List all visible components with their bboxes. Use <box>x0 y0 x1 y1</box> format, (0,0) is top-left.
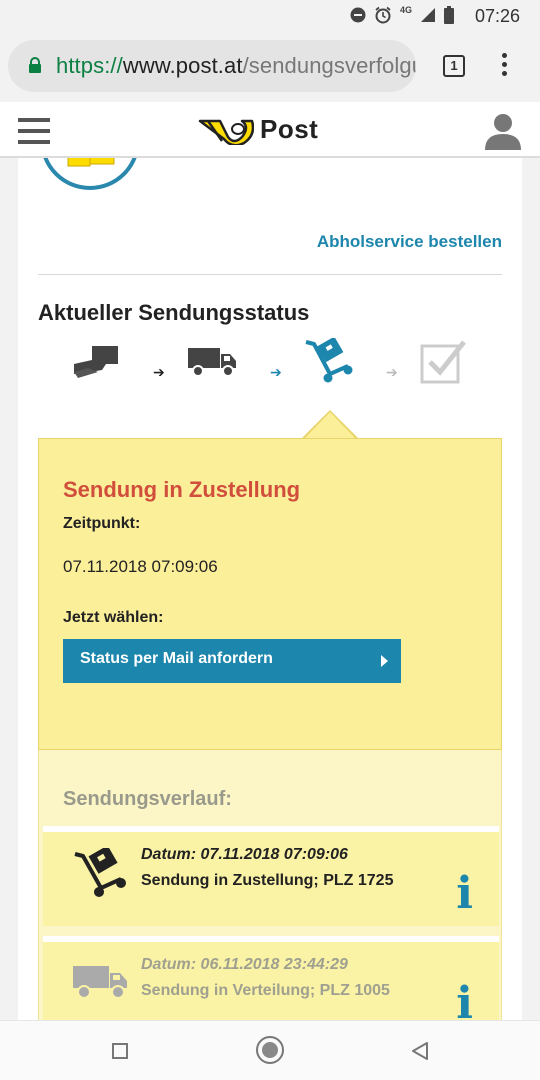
divider <box>38 274 502 275</box>
recents-button[interactable] <box>112 1043 128 1059</box>
history-date: Datum: 07.11.2018 07:09:06 <box>141 846 348 863</box>
url-domain: www.post.at <box>122 53 243 78</box>
clock: 07:26 <box>474 6 520 26</box>
tab-switcher-button[interactable]: 1 <box>443 55 465 77</box>
signal-icon <box>421 8 435 22</box>
history-item: Datum: 07.11.2018 07:09:06 Sendung in Zu… <box>43 826 499 926</box>
user-account-icon[interactable] <box>483 112 523 150</box>
alarm-icon <box>375 6 391 24</box>
choose-label: Jetzt wählen: <box>63 609 164 626</box>
lock-icon <box>29 57 41 73</box>
back-button[interactable] <box>410 1041 430 1061</box>
tracking-card: Abholservice bestellen Aktueller Sendung… <box>18 158 522 1020</box>
handover-yellow-icon <box>67 158 115 167</box>
status-icons: 4G <box>350 5 454 24</box>
truck-icon <box>73 966 127 999</box>
browser-toolbar: https://www.post.at/sendungsverfolgu 1 <box>0 32 540 102</box>
timestamp-value: 07.11.2018 07:09:06 <box>63 557 218 576</box>
history-title: Sendungsverlauf: <box>63 788 232 810</box>
history-text: Sendung in Zustellung; PLZ 1725 <box>141 872 394 889</box>
history-panel: Sendungsverlauf: Datum: 07.11.2018 07:09… <box>38 750 502 1020</box>
history-date: Datum: 06.11.2018 23:44:29 <box>141 956 348 973</box>
status-steps: ➔ ➔ ➔ <box>18 338 522 402</box>
timestamp-label: Zeitpunkt: <box>63 515 141 532</box>
hand-truck-icon <box>305 338 353 383</box>
request-status-mail-button[interactable]: Status per Mail anfordern <box>63 639 401 683</box>
request-status-mail-label: Status per Mail anfordern <box>80 650 273 667</box>
current-status-panel: Sendung in Zustellung Zeitpunkt: 07.11.2… <box>38 438 502 750</box>
info-icon[interactable]: i <box>456 872 473 916</box>
info-icon[interactable]: i <box>456 982 473 1021</box>
browser-menu-icon[interactable] <box>497 53 511 81</box>
post-logo[interactable]: Post <box>198 114 318 145</box>
brand-name: Post <box>260 114 319 144</box>
caret-right-icon <box>381 655 388 667</box>
arrow-icon: ➔ <box>386 364 398 380</box>
do-not-disturb-icon <box>350 7 366 23</box>
arrow-icon: ➔ <box>153 364 165 380</box>
url-path: /sendungsverfolgu <box>242 53 416 78</box>
current-status-title: Sendung in Zustellung <box>63 477 301 502</box>
service-circle-icon <box>40 158 140 190</box>
status-bar: 4G 07:26 <box>0 0 540 32</box>
system-nav-bar <box>0 1020 540 1080</box>
handover-icon <box>74 346 118 378</box>
battery-icon <box>444 6 454 24</box>
site-header: Post <box>0 102 540 158</box>
history-text: Sendung in Verteilung; PLZ 1005 <box>141 982 390 999</box>
post-horn-icon <box>198 119 254 145</box>
hand-truck-icon <box>74 848 126 897</box>
url-text[interactable]: https://www.post.at/sendungsverfolgu <box>56 53 416 79</box>
status-heading: Aktueller Sendungsstatus <box>38 300 310 325</box>
truck-icon <box>188 348 236 377</box>
pickup-service-link[interactable]: Abholservice bestellen <box>317 232 502 252</box>
hamburger-menu-icon[interactable] <box>18 118 50 144</box>
arrow-icon: ➔ <box>270 364 282 380</box>
address-bar[interactable]: https://www.post.at/sendungsverfolgu <box>8 40 416 92</box>
home-button[interactable] <box>256 1036 284 1064</box>
network-label: 4G <box>399 5 412 15</box>
pointer-triangle-fill <box>304 412 356 439</box>
history-item: Datum: 06.11.2018 23:44:29 Sendung in Ve… <box>43 936 499 1020</box>
url-scheme: https:// <box>56 53 123 78</box>
checkbox-icon <box>420 340 466 384</box>
